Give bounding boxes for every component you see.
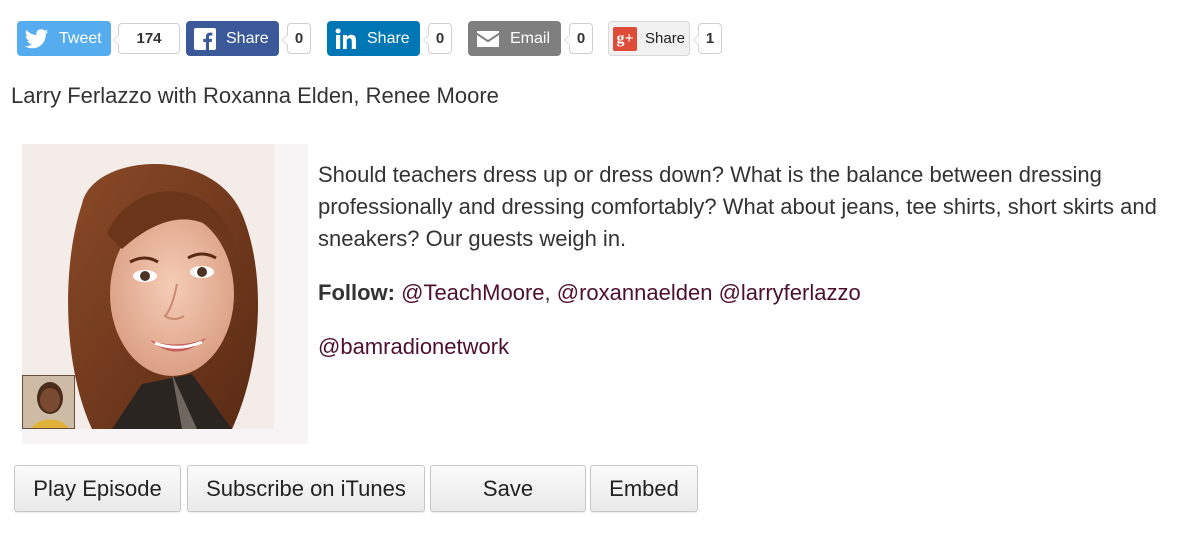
facebook-icon [194, 27, 216, 50]
google-plus-share-count: 1 [693, 23, 722, 54]
handle-teachmoore-link[interactable]: @TeachMoore [401, 280, 544, 305]
envelope-icon [476, 30, 500, 48]
google-plus-share-label: Share [645, 30, 686, 47]
episode-description: Should teachers dress up or dress down? … [318, 162, 1157, 251]
linkedin-share-count: 0 [423, 23, 452, 54]
embed-button[interactable]: Embed [590, 465, 698, 512]
handle-bamradionetwork-link[interactable]: @bamradionetwork [318, 331, 509, 363]
tweet-label: Tweet [59, 29, 102, 47]
email-share-button[interactable]: Email [468, 21, 561, 56]
play-episode-button[interactable]: Play Episode [14, 465, 181, 512]
guest-photo-area [22, 144, 308, 444]
email-share-label: Email [510, 29, 551, 47]
linkedin-icon [335, 28, 357, 50]
facebook-share-button[interactable]: Share [186, 21, 279, 56]
tweet-count: 174 [113, 23, 180, 54]
facebook-share-label: Share [226, 29, 269, 47]
email-share-count: 0 [564, 23, 593, 54]
handle-larryferlazzo-link[interactable]: @larryferlazzo [719, 280, 861, 305]
save-button[interactable]: Save [430, 465, 586, 512]
google-plus-share-button[interactable]: g+ Share [608, 21, 690, 56]
google-plus-icon: g+ [613, 26, 637, 51]
follow-line: Follow: @TeachMoore, @roxannaelden @larr… [318, 277, 861, 309]
follow-separator: , [544, 280, 551, 305]
share-bar: Tweet 174 Share 0 Share 0 Email 0 g+ Sha… [17, 21, 737, 57]
twitter-bird-icon [25, 28, 49, 49]
episode-hosts: Larry Ferlazzo with Roxanna Elden, Renee… [11, 83, 499, 108]
subscribe-itunes-button[interactable]: Subscribe on iTunes [187, 465, 425, 512]
facebook-share-count: 0 [282, 23, 311, 54]
follow-label: Follow: [318, 280, 395, 305]
handle-roxannaelden-link[interactable]: @roxannaelden [557, 280, 713, 305]
tweet-button[interactable]: Tweet [17, 21, 111, 56]
guest-thumbnail[interactable] [22, 375, 75, 429]
linkedin-share-button[interactable]: Share [327, 21, 420, 56]
linkedin-share-label: Share [367, 29, 410, 47]
